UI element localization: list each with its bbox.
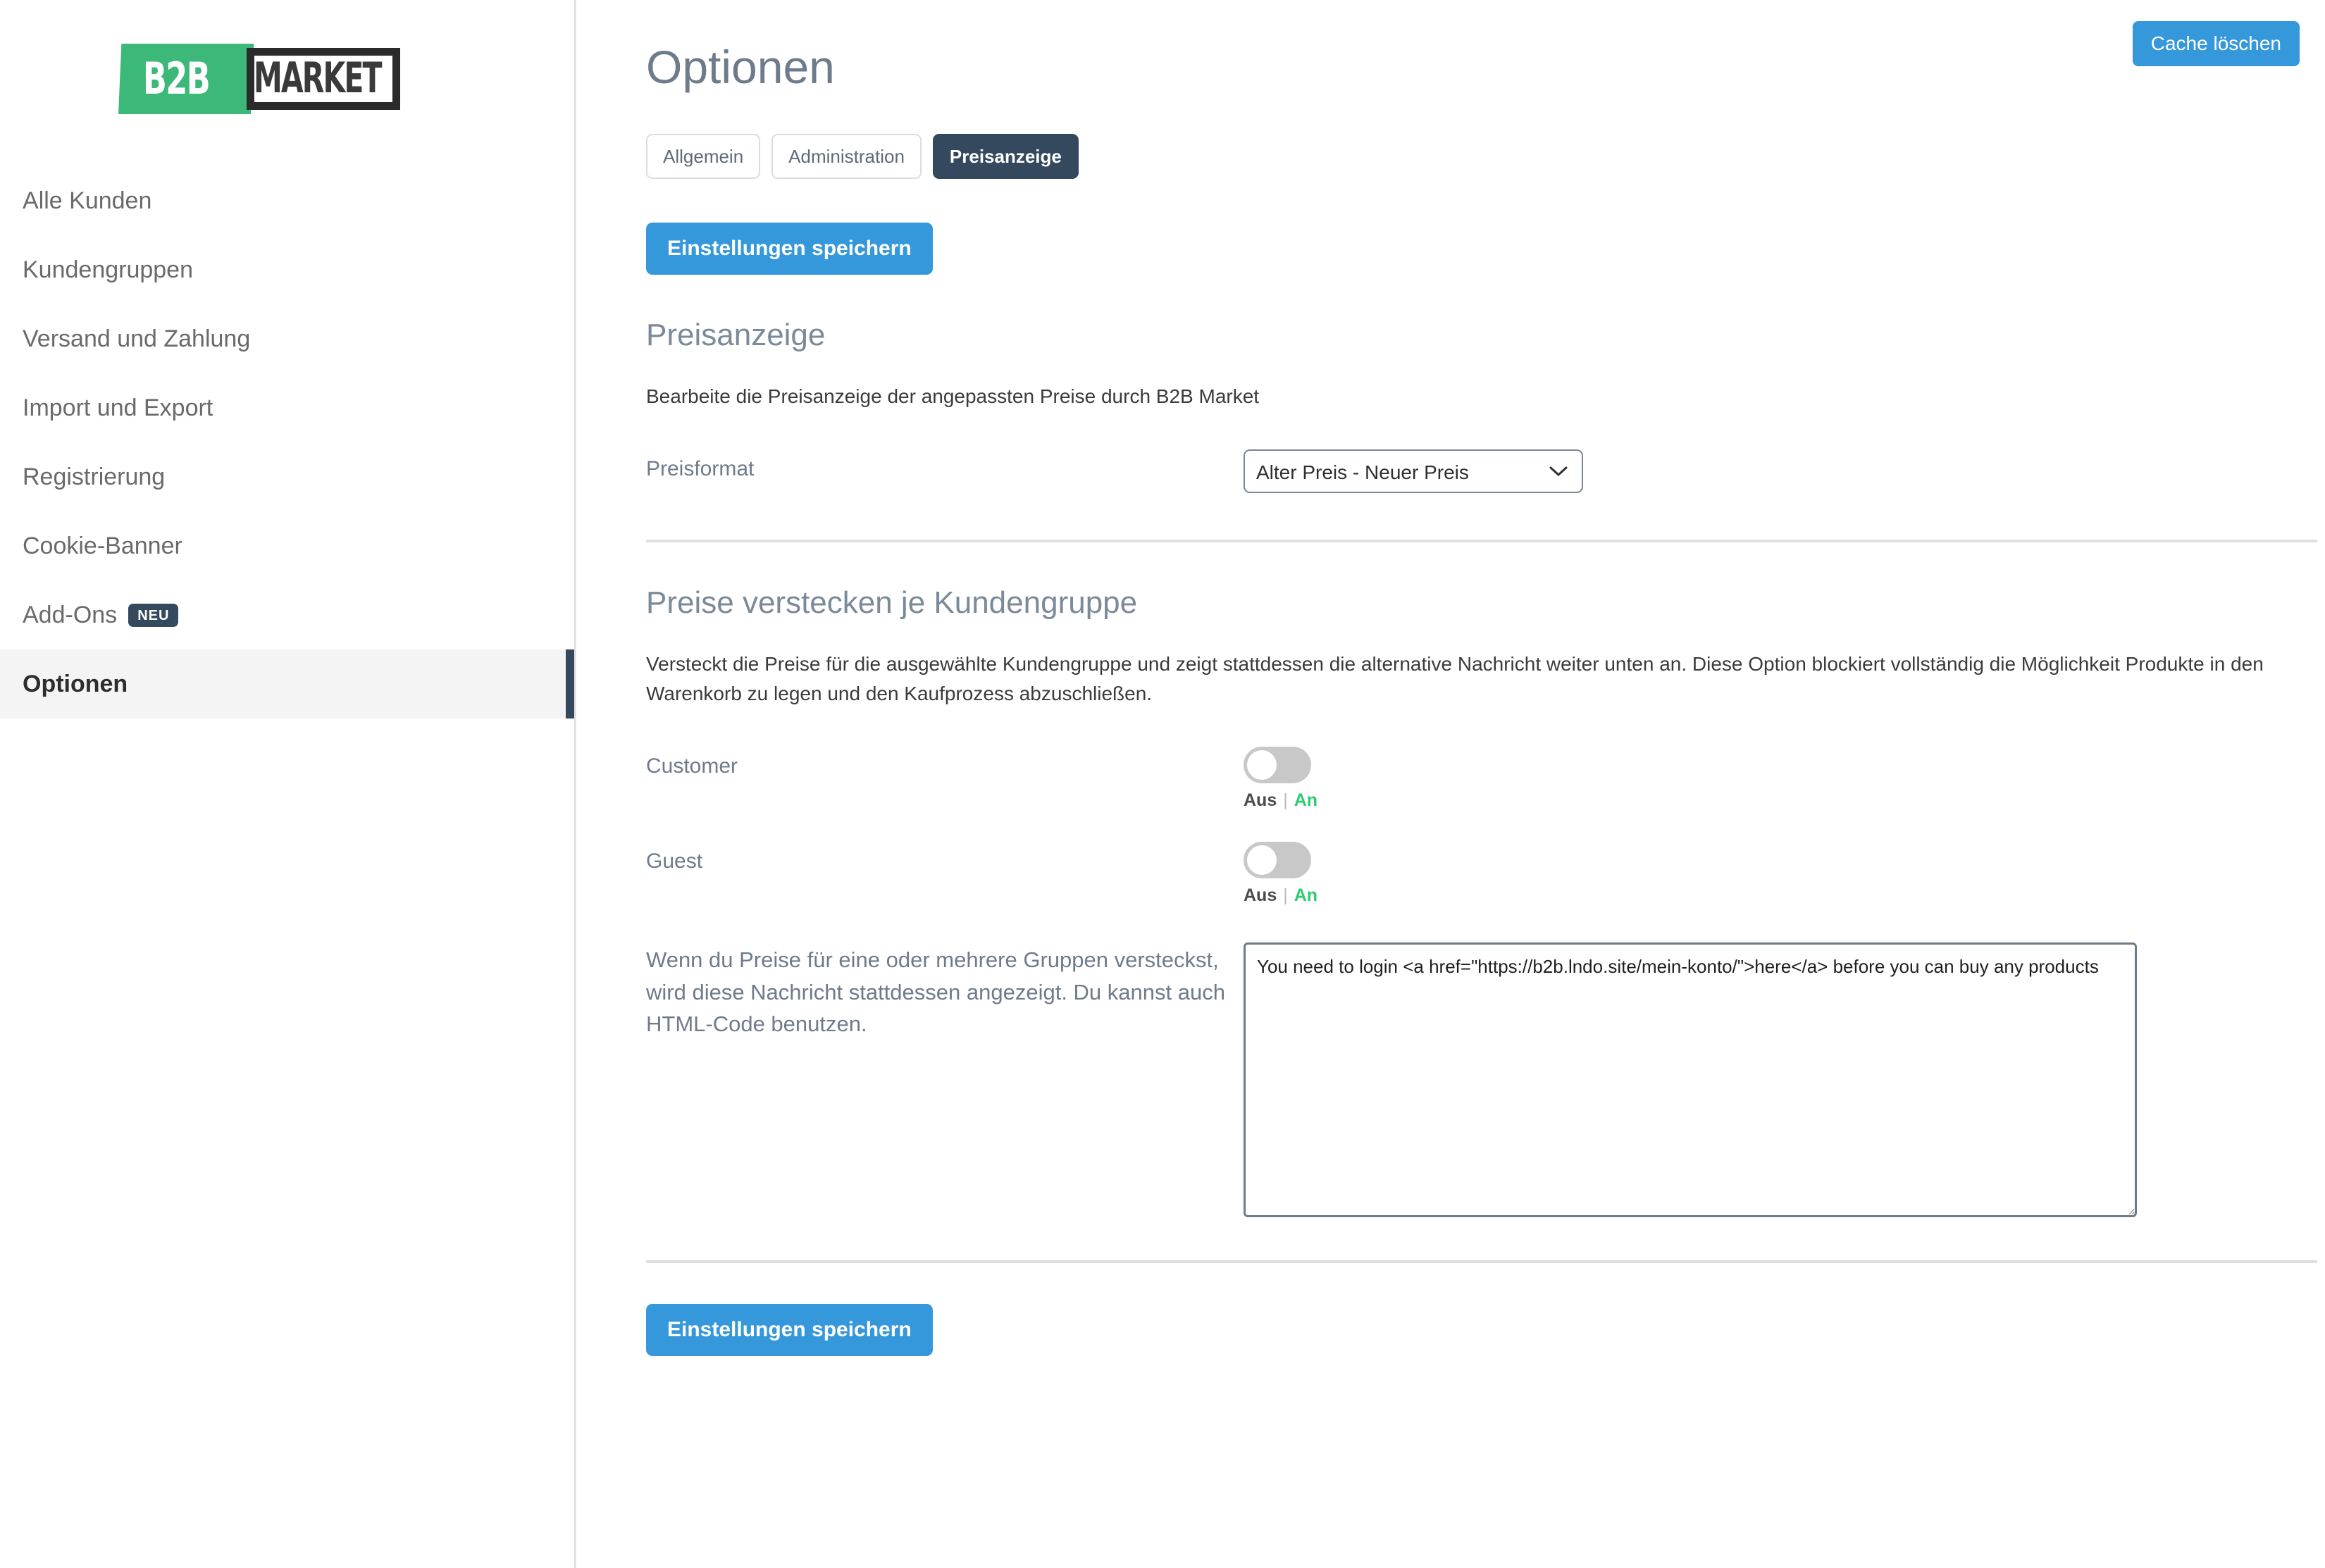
customer-toggle-label: Customer <box>646 754 738 778</box>
clear-cache-button[interactable]: Cache löschen <box>2132 21 2300 66</box>
sidebar-item-label: Kundengruppen <box>23 256 194 283</box>
sidebar-item-cookie-banner[interactable]: Cookie-Banner <box>0 511 574 580</box>
guest-toggle-group: Aus | An <box>1244 842 1318 904</box>
sidebar-item-alle-kunden[interactable]: Alle Kunden <box>0 166 574 235</box>
section-title-preise-verstecken: Preise verstecken je Kundengruppe <box>646 585 1138 620</box>
preisformat-control: Alter Preis - Neuer Preis <box>1244 449 2325 493</box>
alt-message-control <box>1244 942 2325 1221</box>
toggle-off-label: Aus <box>1244 885 1277 905</box>
preisformat-label: Preisformat <box>646 457 755 480</box>
sidebar-item-import-und-export[interactable]: Import und Export <box>0 373 574 442</box>
toggle-on-label: An <box>1294 790 1318 810</box>
alt-message-textarea[interactable] <box>1244 942 2137 1217</box>
section-description-preisanzeige: Bearbeite die Preisanzeige der angepasst… <box>646 385 1260 407</box>
sidebar-item-add-ons[interactable]: Add-Ons NEU <box>0 580 574 649</box>
sidebar-item-label: Registrierung <box>23 463 166 490</box>
guest-toggle-labels: Aus | An <box>1244 887 1318 904</box>
sidebar-item-optionen[interactable]: Optionen <box>0 649 574 718</box>
logo-market-text: MARKET <box>254 54 383 103</box>
main-content: Cache löschen Optionen Allgemein Adminis… <box>576 0 2325 1568</box>
preisformat-select[interactable]: Alter Preis - Neuer Preis <box>1244 449 1583 493</box>
customer-toggle-control: Aus | An <box>1244 747 2325 809</box>
section-title-preisanzeige: Preisanzeige <box>646 318 826 352</box>
field-row-customer-toggle: Customer Aus | An <box>646 747 2325 809</box>
content-area: Optionen Allgemein Administration Preisa… <box>576 0 2325 1356</box>
field-row-guest-toggle: Guest Aus | An <box>646 842 2325 904</box>
sidebar-badge-neu: NEU <box>128 603 179 627</box>
sidebar-item-versand-und-zahlung[interactable]: Versand und Zahlung <box>0 304 574 373</box>
sidebar-item-label: Add-Ons <box>23 601 118 628</box>
field-row-alt-message: Wenn du Preise für eine oder mehrere Gru… <box>646 942 2325 1221</box>
customer-toggle-switch[interactable] <box>1244 747 1311 783</box>
sidebar-item-label: Optionen <box>23 670 128 697</box>
toggle-separator: | <box>1283 885 1288 905</box>
toggle-knob <box>1247 750 1277 780</box>
sidebar: B2B MARKET Alle Kunden Kundengruppen Ver… <box>0 0 576 1568</box>
guest-toggle-label: Guest <box>646 850 703 873</box>
sidebar-item-label: Import und Export <box>23 394 213 421</box>
section-divider-1 <box>646 540 2317 542</box>
sidebar-item-kundengruppen[interactable]: Kundengruppen <box>0 235 574 304</box>
save-settings-button-top[interactable]: Einstellungen speichern <box>646 223 933 275</box>
toggle-knob <box>1247 845 1277 875</box>
tab-bar: Allgemein Administration Preisanzeige <box>646 134 2325 179</box>
field-row-preisformat: Preisformat Alter Preis - Neuer Preis <box>646 449 2325 493</box>
toggle-off-label: Aus <box>1244 790 1277 810</box>
tab-preisanzeige[interactable]: Preisanzeige <box>932 134 1079 179</box>
sidebar-item-label: Versand und Zahlung <box>23 325 251 352</box>
guest-toggle-control: Aus | An <box>1244 842 2325 904</box>
tab-administration[interactable]: Administration <box>771 134 922 179</box>
sidebar-item-label: Cookie-Banner <box>23 532 182 559</box>
guest-toggle-switch[interactable] <box>1244 842 1311 878</box>
sidebar-item-registrierung[interactable]: Registrierung <box>0 442 574 511</box>
page-title: Optionen <box>646 41 835 93</box>
customer-toggle-labels: Aus | An <box>1244 792 1318 809</box>
alt-message-label: Wenn du Preise für eine oder mehrere Gru… <box>646 947 1225 1037</box>
save-settings-button-bottom[interactable]: Einstellungen speichern <box>646 1304 933 1356</box>
logo-b2b-text: B2B <box>142 53 211 104</box>
brand-logo[interactable]: B2B MARKET <box>0 0 574 114</box>
app-root: B2B MARKET Alle Kunden Kundengruppen Ver… <box>0 0 2325 1568</box>
logo-graphic: B2B MARKET <box>118 44 434 114</box>
preisformat-select-wrap: Alter Preis - Neuer Preis <box>1244 449 1583 493</box>
customer-toggle-group: Aus | An <box>1244 747 1318 809</box>
tab-allgemein[interactable]: Allgemein <box>646 134 761 179</box>
toggle-on-label: An <box>1294 885 1318 905</box>
section-description-preise-verstecken: Versteckt die Preise für die ausgewählte… <box>646 653 2264 704</box>
sidebar-item-label: Alle Kunden <box>23 187 152 214</box>
sidebar-nav: Alle Kunden Kundengruppen Versand und Za… <box>0 166 574 718</box>
toggle-separator: | <box>1283 790 1288 810</box>
section-divider-2 <box>646 1260 2317 1263</box>
